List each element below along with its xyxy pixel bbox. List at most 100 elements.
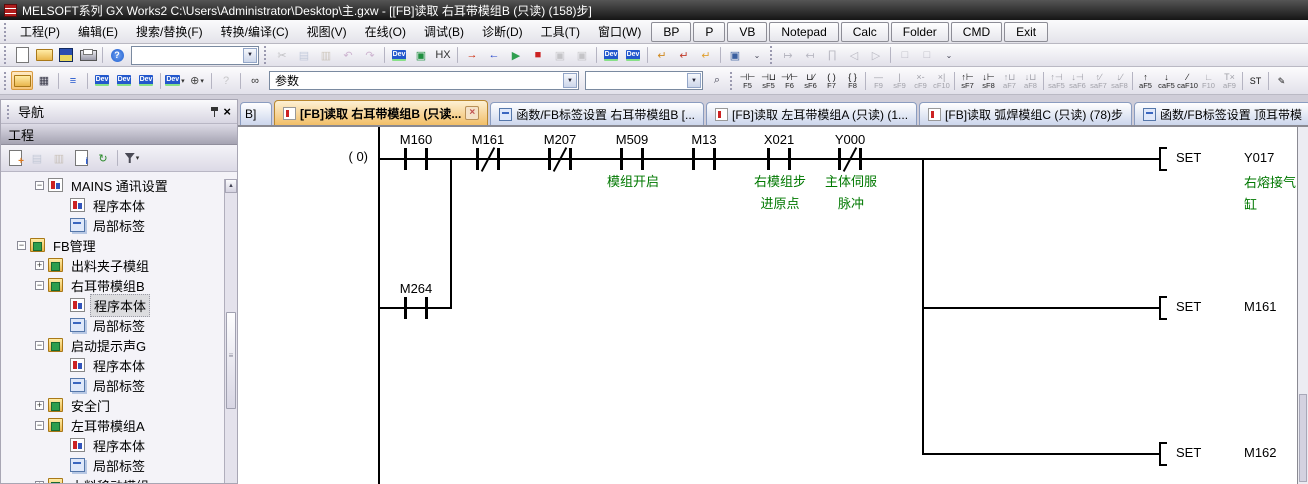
paste-icon[interactable]: ▥ — [315, 46, 337, 65]
ladder-rising-op[interactable]: ↑aF5 — [1135, 68, 1156, 93]
note-jump-icon[interactable]: ↵ — [695, 46, 717, 65]
launcher-button[interactable]: VB — [727, 22, 767, 42]
help-icon[interactable]: ? — [215, 71, 237, 90]
tree-item[interactable]: MAINS 通讯设置 — [1, 175, 237, 195]
copy-icon[interactable]: ▤ — [293, 46, 315, 65]
monitor-stop-icon[interactable]: ■ — [527, 46, 549, 65]
launcher-button[interactable]: Exit — [1004, 22, 1048, 42]
menu-item[interactable]: 编辑(E) — [69, 22, 127, 42]
device-dropdown-icon[interactable]: Dev — [164, 71, 186, 90]
save-icon[interactable] — [55, 46, 77, 65]
toolbar-grip[interactable] — [770, 46, 773, 64]
forced-input-icon[interactable]: ↦ — [777, 46, 799, 65]
program-list-icon[interactable]: ≡ — [62, 71, 84, 90]
watch-window-icon[interactable]: □ — [894, 46, 916, 65]
trace-back-icon[interactable]: ◁ — [843, 46, 865, 65]
trace-forward-icon[interactable]: ▷ — [865, 46, 887, 65]
tree-expand-icon[interactable] — [17, 241, 26, 250]
separator[interactable] — [117, 150, 118, 166]
ladder-vertical-line[interactable]: |sF9 — [889, 68, 910, 93]
ladder-closed-contact[interactable]: ⊣∕⊢F6 — [779, 68, 800, 93]
combo-arrow-icon[interactable]: ▼ — [243, 48, 257, 63]
menu-item[interactable]: 搜索/替换(F) — [127, 22, 212, 42]
file-select-combo[interactable]: ▼ — [131, 46, 259, 65]
separator[interactable] — [160, 73, 161, 89]
close-icon[interactable]: × — [223, 107, 231, 117]
ladder-horizontal-line[interactable]: —F9 — [868, 68, 889, 93]
tree-item[interactable]: 上料移动模组 — [1, 475, 237, 483]
tree-expand-icon[interactable] — [35, 481, 44, 484]
toolbar-grip[interactable] — [264, 46, 267, 64]
separator[interactable] — [87, 73, 88, 89]
module-configuration-icon[interactable]: ▦ — [33, 71, 55, 90]
monitor-pause-icon[interactable]: ▣ — [549, 46, 571, 65]
document-tab[interactable]: 函数/FB标签设置 顶耳带模 × — [1134, 102, 1308, 125]
document-tab[interactable]: B] × — [240, 102, 272, 125]
menu-item[interactable]: 诊断(D) — [473, 22, 532, 42]
menu-item[interactable]: 转换/编译(C) — [212, 22, 298, 42]
toolbar-grip[interactable] — [4, 23, 7, 41]
tree-expand-icon[interactable] — [35, 421, 44, 430]
combo-arrow-icon[interactable]: ▼ — [687, 73, 701, 88]
menu-item[interactable]: 在线(O) — [356, 22, 415, 42]
pin-icon[interactable] — [210, 106, 219, 118]
ladder-application-instruction[interactable]: { }F8 — [842, 68, 863, 93]
launcher-button[interactable]: CMD — [951, 22, 1002, 42]
scrollbar-thumb[interactable] — [226, 312, 236, 409]
menu-item[interactable]: 调试(B) — [415, 22, 473, 42]
tree-expand-icon[interactable] — [35, 281, 44, 290]
ladder-falling-pulse-close-branch[interactable]: ↓∕saF8 — [1109, 68, 1130, 93]
scroll-up-icon[interactable]: ▲ — [225, 179, 237, 193]
screen-setting-icon[interactable]: ▣ — [724, 46, 746, 65]
device-monitor-2-icon[interactable]: Dev — [622, 46, 644, 65]
ladder-coil[interactable]: ( )F7 — [821, 68, 842, 93]
ladder-open-contact[interactable]: ⊣⊢F5 — [737, 68, 758, 93]
ladder-falling-op[interactable]: ↓caF5 — [1156, 68, 1177, 93]
device-find-icon[interactable]: Dev — [91, 71, 113, 90]
tree-item[interactable]: 出料夹子模组 — [1, 255, 237, 275]
separator[interactable] — [596, 47, 597, 63]
separator[interactable] — [647, 47, 648, 63]
monitor-terminal-icon[interactable]: ▣ — [410, 46, 432, 65]
tree-expand-icon[interactable] — [35, 181, 44, 190]
toolbar-grip[interactable] — [730, 72, 733, 90]
combo-arrow-icon[interactable]: ▼ — [563, 73, 577, 88]
tree-item[interactable]: 启动提示声G — [1, 335, 237, 355]
device-list-icon[interactable]: Dev — [113, 71, 135, 90]
new-file-icon[interactable] — [11, 46, 33, 65]
ladder-delete-line[interactable]: T×aF9 — [1219, 68, 1240, 93]
pulse-test-icon[interactable]: ∏ — [821, 46, 843, 65]
tree-item[interactable]: 右耳带模组B — [1, 275, 237, 295]
window-combo[interactable]: ▼ — [585, 71, 703, 90]
separator[interactable] — [384, 47, 385, 63]
property-icon[interactable] — [70, 149, 92, 168]
ladder-rising-pulse-branch[interactable]: ↑⊔aF7 — [999, 68, 1020, 93]
sort-filter-icon[interactable] — [121, 149, 143, 168]
launcher-button[interactable]: Folder — [891, 22, 949, 42]
separator[interactable] — [58, 73, 59, 89]
navigation-window-toggle-icon[interactable] — [11, 71, 33, 90]
project-section-bar[interactable]: 工程 — [1, 124, 237, 145]
watch-window-2-icon[interactable]: □ — [916, 46, 938, 65]
comment-jump-icon[interactable]: ↵ — [651, 46, 673, 65]
monitor-run-icon[interactable]: ▶ — [505, 46, 527, 65]
tree-item[interactable]: FB管理 — [1, 235, 237, 255]
document-tab[interactable]: 函数/FB标签设置 右耳带模组B [... × — [490, 102, 704, 125]
paste-object-icon[interactable]: ▥ — [48, 149, 70, 168]
ladder-delete-hline[interactable]: ×-cF9 — [910, 68, 931, 93]
new-object-icon[interactable] — [4, 149, 26, 168]
ladder-open-branch[interactable]: ⊣⊔sF5 — [758, 68, 779, 93]
ladder-scrollbar[interactable] — [1297, 127, 1308, 484]
edit-fb-instance[interactable]: ✎ — [1271, 68, 1292, 93]
ladder-line-l[interactable]: ∟F10 — [1198, 68, 1219, 93]
ladder-canvas[interactable]: ( 0) M160 M161 M207 — [238, 125, 1308, 484]
copy-object-icon[interactable]: ▤ — [26, 149, 48, 168]
separator[interactable] — [720, 47, 721, 63]
separator[interactable] — [457, 47, 458, 63]
refresh-icon[interactable]: ↻ — [92, 149, 114, 168]
find-dropdown-icon[interactable]: ⊕ — [186, 71, 208, 90]
tree-item[interactable]: 程序本体 — [1, 435, 237, 455]
tree-item[interactable]: 程序本体 — [1, 195, 237, 215]
menu-item[interactable]: 视图(V) — [298, 22, 356, 42]
scrollbar-thumb[interactable] — [1299, 394, 1307, 482]
